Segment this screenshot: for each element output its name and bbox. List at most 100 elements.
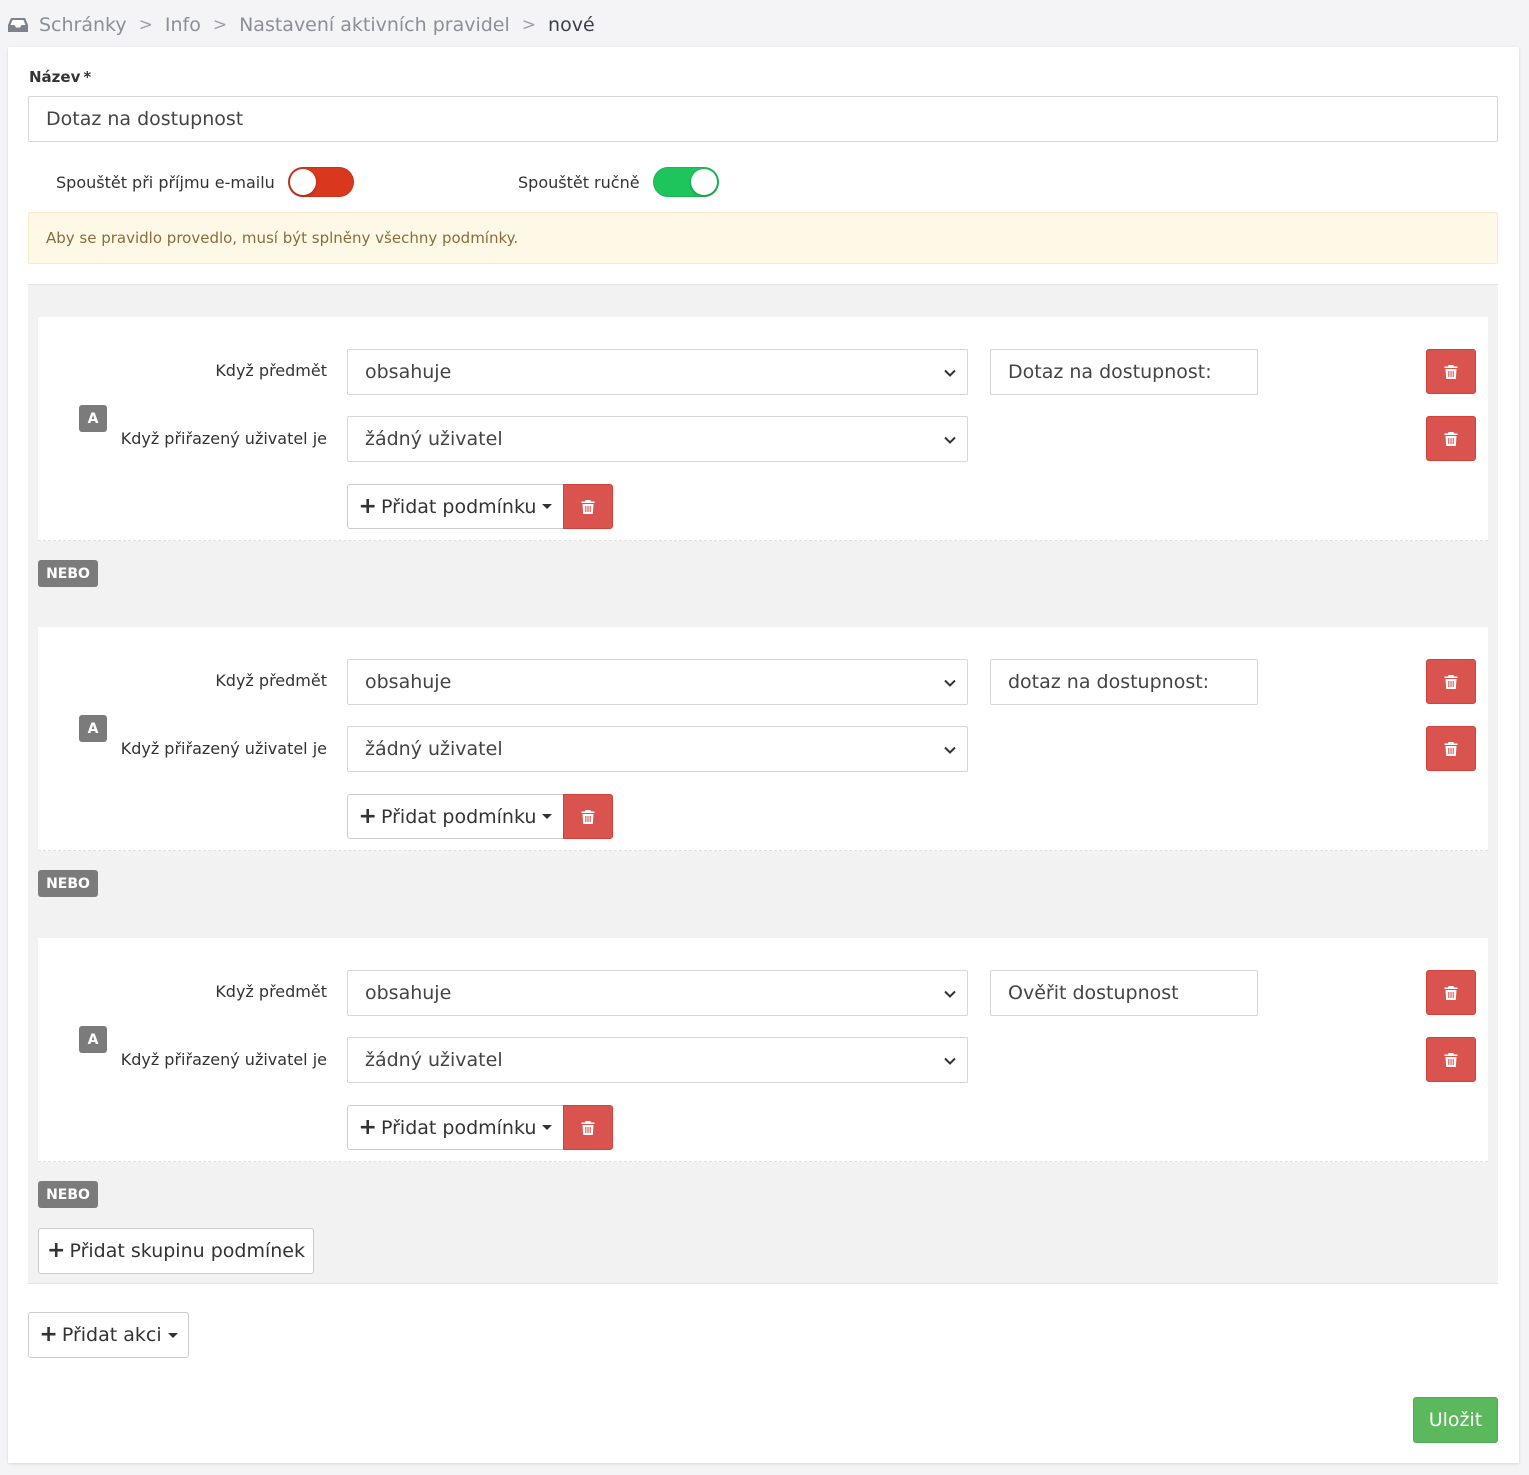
save-button[interactable]: Uložit bbox=[1413, 1397, 1498, 1443]
delete-condition-button[interactable] bbox=[1426, 726, 1476, 771]
add-condition-label: Přidat podmínku bbox=[380, 495, 537, 518]
delete-condition-button[interactable] bbox=[1426, 659, 1476, 704]
required-mark: * bbox=[83, 68, 92, 86]
name-label: Název * bbox=[29, 68, 91, 86]
user-select[interactable]: žádný uživatel bbox=[347, 416, 968, 462]
delete-condition-button[interactable] bbox=[1426, 349, 1476, 394]
subject-operator-select[interactable]: obsahuje bbox=[347, 970, 968, 1016]
delete-condition-button[interactable] bbox=[1426, 416, 1476, 461]
user-select-value: žádný uživatel bbox=[365, 1049, 503, 1071]
subject-operator-select[interactable]: obsahuje bbox=[347, 659, 968, 705]
toggle-email-row: Spouštět při příjmu e-mailu bbox=[56, 165, 354, 199]
and-badge: A bbox=[79, 715, 107, 742]
breadcrumb-item-inboxes[interactable]: Schránky bbox=[39, 14, 127, 36]
user-label: Když přiřazený uživatel je bbox=[120, 739, 327, 758]
trash-icon bbox=[1444, 431, 1458, 446]
trash-icon bbox=[581, 499, 595, 514]
trash-icon bbox=[1444, 674, 1458, 689]
caret-down-icon bbox=[167, 1332, 178, 1338]
delete-condition-button[interactable] bbox=[1426, 970, 1476, 1015]
or-badge: NEBO bbox=[38, 560, 98, 587]
rule-form-card: Název* Spouštět při příjmu e-mailu Spouš… bbox=[8, 47, 1519, 1463]
plus-icon: + bbox=[358, 1114, 377, 1140]
add-condition-group-button[interactable]: + Přidat skupinu podmínek bbox=[38, 1228, 314, 1274]
and-badge: A bbox=[79, 1026, 107, 1053]
user-label: Když přiřazený uživatel je bbox=[120, 1050, 327, 1069]
chevron-down-icon bbox=[944, 1057, 956, 1065]
plus-icon: + bbox=[39, 1322, 58, 1347]
subject-operator-select[interactable]: obsahuje bbox=[347, 349, 968, 395]
trash-icon bbox=[1444, 364, 1458, 379]
condition-groups-area: A Když předmět obsahuje Dotaz na dostupn… bbox=[28, 284, 1498, 1284]
subject-label: Když předmět bbox=[215, 671, 327, 690]
add-condition-button[interactable]: + Přidat podmínku bbox=[347, 794, 564, 839]
user-select-value: žádný uživatel bbox=[365, 428, 503, 450]
breadcrumb-current: nové bbox=[548, 14, 595, 36]
add-condition-label: Přidat podmínku bbox=[380, 805, 537, 828]
add-condition-button[interactable]: + Přidat podmínku bbox=[347, 484, 564, 529]
subject-label: Když předmět bbox=[215, 361, 327, 380]
add-condition-button[interactable]: + Přidat podmínku bbox=[347, 1105, 564, 1150]
breadcrumb-separator: > bbox=[212, 15, 228, 35]
name-input[interactable] bbox=[28, 96, 1498, 142]
subject-value-input[interactable]: dotaz na dostupnost: bbox=[990, 659, 1258, 705]
name-label-text: Název bbox=[29, 68, 81, 86]
caret-down-icon bbox=[542, 1125, 553, 1130]
toggle-knob bbox=[690, 169, 717, 195]
caret-down-icon bbox=[542, 504, 553, 509]
toggle-knob bbox=[289, 169, 316, 195]
condition-group: A Když předmět obsahuje dotaz na dostupn… bbox=[38, 627, 1488, 851]
toggle-manual-switch[interactable] bbox=[652, 167, 719, 197]
chevron-down-icon bbox=[944, 436, 956, 444]
caret-down-icon bbox=[542, 814, 553, 819]
subject-value-input[interactable]: Ověřit dostupnost bbox=[990, 970, 1258, 1016]
breadcrumb-item-rules-settings[interactable]: Nastavení aktivních pravidel bbox=[239, 14, 510, 36]
delete-group-button[interactable] bbox=[563, 484, 613, 529]
plus-icon: + bbox=[47, 1238, 66, 1263]
add-action-button[interactable]: + Přidat akci bbox=[28, 1312, 189, 1358]
subject-operator-value: obsahuje bbox=[365, 982, 452, 1004]
add-group-label: Přidat skupinu podmínek bbox=[69, 1240, 305, 1262]
breadcrumb: Schránky > Info > Nastavení aktivních pr… bbox=[8, 8, 595, 42]
subject-value-text: Ověřit dostupnost bbox=[1008, 982, 1179, 1004]
delete-condition-button[interactable] bbox=[1426, 1037, 1476, 1082]
chevron-down-icon bbox=[944, 679, 956, 687]
chevron-down-icon bbox=[944, 746, 956, 754]
user-select-value: žádný uživatel bbox=[365, 738, 503, 760]
trash-icon bbox=[1444, 1052, 1458, 1067]
save-label: Uložit bbox=[1428, 1409, 1483, 1431]
subject-value-text: dotaz na dostupnost: bbox=[1008, 671, 1210, 693]
toggle-manual-label: Spouštět ručně bbox=[518, 172, 640, 192]
or-badge: NEBO bbox=[38, 1181, 98, 1208]
breadcrumb-separator: > bbox=[521, 15, 537, 35]
subject-label: Když předmět bbox=[215, 982, 327, 1001]
add-condition-label: Přidat podmínku bbox=[380, 1116, 537, 1139]
condition-group: A Když předmět obsahuje Dotaz na dostupn… bbox=[38, 317, 1488, 541]
subject-operator-value: obsahuje bbox=[365, 361, 452, 383]
inbox-icon bbox=[8, 18, 28, 32]
plus-icon: + bbox=[358, 803, 377, 829]
trash-icon bbox=[581, 1120, 595, 1135]
breadcrumb-item-info[interactable]: Info bbox=[165, 14, 201, 36]
add-action-label: Přidat akci bbox=[61, 1324, 162, 1346]
trash-icon bbox=[1444, 741, 1458, 756]
condition-group: A Když předmět obsahuje Ověřit dostupnos… bbox=[38, 938, 1488, 1162]
subject-operator-value: obsahuje bbox=[365, 671, 452, 693]
breadcrumb-separator: > bbox=[138, 15, 153, 35]
trash-icon bbox=[581, 809, 595, 824]
and-badge: A bbox=[79, 405, 107, 432]
plus-icon: + bbox=[358, 493, 377, 519]
subject-value-input[interactable]: Dotaz na dostupnost: bbox=[990, 349, 1258, 395]
toggle-manual-row: Spouštět ručně bbox=[518, 165, 719, 199]
chevron-down-icon bbox=[944, 990, 956, 998]
delete-group-button[interactable] bbox=[563, 1105, 613, 1150]
toggle-email-label: Spouštět při příjmu e-mailu bbox=[56, 172, 275, 192]
alert-text: Aby se pravidlo provedlo, musí být splně… bbox=[46, 229, 519, 247]
user-select[interactable]: žádný uživatel bbox=[347, 726, 968, 772]
user-label: Když přiřazený uživatel je bbox=[120, 429, 327, 448]
delete-group-button[interactable] bbox=[563, 794, 613, 839]
conditions-alert: Aby se pravidlo provedlo, musí být splně… bbox=[28, 212, 1498, 264]
toggle-email-switch[interactable] bbox=[287, 167, 354, 197]
user-select[interactable]: žádný uživatel bbox=[347, 1037, 968, 1083]
subject-value-text: Dotaz na dostupnost: bbox=[1008, 361, 1212, 383]
